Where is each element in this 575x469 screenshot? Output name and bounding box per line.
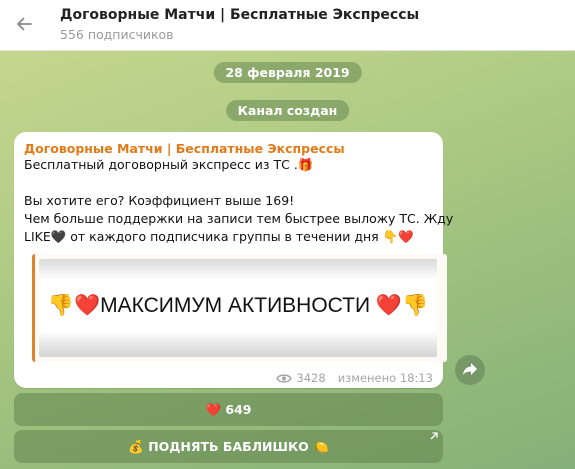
message-meta: 3428 изменено 18:13 <box>276 371 433 385</box>
likes-label: ❤️ 649 <box>205 401 252 417</box>
preview-image: 👎❤️МАКСИМУМ АКТИВНОСТИ ❤️👎 <box>39 259 437 357</box>
edited-time: изменено 18:13 <box>337 371 433 385</box>
share-button[interactable] <box>455 355 485 385</box>
arrow-left-icon <box>15 15 33 37</box>
date-badge: 28 февраля 2019 <box>213 62 362 83</box>
back-button[interactable] <box>10 12 38 40</box>
message-sender[interactable]: Договорные Матчи | Бесплатные Экспрессы <box>24 141 345 156</box>
raise-money-label: 💰 ПОДНЯТЬ БАБЛИШКО 🍋 <box>128 438 329 454</box>
message-line: Вы хотите его? Коэффициент выше 169! <box>24 193 295 208</box>
message-line: LIKE🖤 от каждого подписчика группы в теч… <box>24 229 414 244</box>
external-link-icon <box>429 432 438 444</box>
share-arrow-icon <box>462 361 478 380</box>
likes-button[interactable]: ❤️ 649 <box>14 393 443 426</box>
message-line: Чем больше поддержки на записи тем быстр… <box>24 211 454 226</box>
raise-money-button[interactable]: 💰 ПОДНЯТЬ БАБЛИШКО 🍋 <box>14 430 443 463</box>
channel-title[interactable]: Договорные Матчи | Бесплатные Экспрессы <box>60 7 419 23</box>
view-count: 3428 <box>296 371 326 385</box>
subscriber-count: 556 подписчиков <box>60 27 174 42</box>
eye-icon <box>276 373 293 384</box>
chat-header: Договорные Матчи | Бесплатные Экспрессы … <box>0 0 575 51</box>
preview-text: 👎❤️МАКСИМУМ АКТИВНОСТИ ❤️👎 <box>47 294 429 317</box>
link-preview[interactable]: 👎❤️МАКСИМУМ АКТИВНОСТИ ❤️👎 <box>32 254 447 362</box>
message-text: Бесплатный договорный экспресс из ТС .🎁 … <box>24 156 454 246</box>
service-message: Канал создан <box>225 100 350 121</box>
message-bubble: Договорные Матчи | Бесплатные Экспрессы … <box>14 132 454 388</box>
message-line: Бесплатный договорный экспресс из ТС .🎁 <box>24 157 314 172</box>
